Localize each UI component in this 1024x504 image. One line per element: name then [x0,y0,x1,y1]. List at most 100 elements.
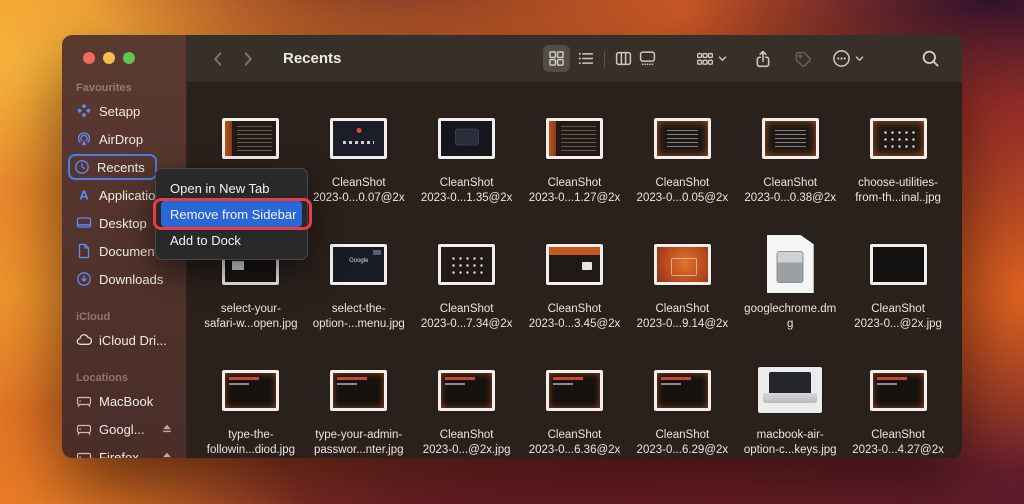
list-view-icon [577,50,594,67]
file-item[interactable]: select-the-option-...menu.jpg [305,233,413,359]
file-item[interactable]: type-the-followin...diod.jpg [197,359,305,458]
sidebar-section-items: iCloud Dri... [62,326,186,354]
file-thumbnail [222,118,279,159]
chevron-down-icon [717,53,728,64]
file-thumbnail [546,118,603,159]
sidebar-item-setapp[interactable]: Setapp [70,98,180,124]
grid-view-button[interactable] [543,45,570,72]
list-view-button[interactable] [577,50,594,67]
file-thumbnail [870,118,927,159]
file-thumbnail-wrap [870,359,927,421]
drive-icon [76,393,92,409]
file-thumbnail-wrap [438,359,495,421]
menu-item-label: Remove from Sidebar [170,207,296,222]
file-item[interactable]: CleanShot2023-0...6.29@2x [628,359,736,458]
file-item[interactable]: CleanShot2023-0...1.27@2x [521,107,629,233]
view-switcher [543,45,656,72]
back-button[interactable] [209,50,227,68]
file-label: macbook-air-option-c...keys.jpg [744,428,837,458]
file-label: CleanShot2023-0...1.27@2x [529,176,621,206]
group-by-button[interactable] [696,50,728,68]
chevron-left-icon [209,50,227,68]
sidebar-item-label: Recents [97,160,145,175]
menu-item-add-to-dock[interactable]: Add to Dock [156,227,307,253]
file-label: type-your-admin-passwor...nter.jpg [314,428,404,458]
tag-icon [794,50,812,68]
file-item[interactable]: macbook-air-option-c...keys.jpg [736,359,844,458]
file-label: CleanShot2023-0...@2x.jpg [854,302,942,332]
forward-button[interactable] [239,50,257,68]
sidebar-item-airdrop[interactable]: AirDrop [70,126,180,152]
more-options-icon [832,49,851,68]
file-thumbnail-wrap [222,359,279,421]
window-controls [62,35,186,64]
minimize-window-button[interactable] [103,52,115,64]
menu-item-remove-from-sidebar[interactable]: Remove from Sidebar [161,201,302,227]
file-item[interactable]: type-your-admin-passwor...nter.jpg [305,359,413,458]
menu-item-open-in-new-tab[interactable]: Open in New Tab [156,175,307,201]
file-label: CleanShot2023-0...0.38@2x [744,176,836,206]
menu-item-label: Open in New Tab [170,181,270,196]
file-item[interactable]: CleanShot2023-0...1.35@2x [413,107,521,233]
sidebar-item-firefox[interactable]: Firefox [70,444,180,458]
file-thumbnail [546,244,603,285]
share-icon [754,50,772,68]
file-thumbnail [870,244,927,285]
file-item[interactable]: googlechrome.dmg [736,233,844,359]
file-thumbnail-wrap [654,107,711,169]
applications-icon: A [76,187,92,203]
share-button[interactable] [754,50,772,68]
file-label: type-the-followin...diod.jpg [207,428,295,458]
sidebar-section-header: Favourites [76,82,186,94]
toolbar-divider [604,51,605,67]
tag-button[interactable] [794,50,812,68]
context-menu: Open in New Tab Remove from Sidebar Add … [155,168,308,260]
sidebar-section: iCloud iCloud Dri... [62,311,186,354]
sidebar-item-label: Setapp [99,104,140,119]
file-thumbnail-wrap [654,233,711,295]
file-thumbnail [222,370,279,411]
file-item[interactable]: CleanShot2023-0...6.36@2x [521,359,629,458]
file-thumbnail [438,370,495,411]
file-thumbnail-wrap [870,233,927,295]
file-item[interactable]: CleanShot2023-0...0.05@2x [628,107,736,233]
svg-text:A: A [79,188,89,203]
file-label: select-the-option-...menu.jpg [313,302,405,332]
file-thumbnail-wrap [762,107,819,169]
eject-icon[interactable] [160,422,174,436]
sidebar-item-label: MacBook [99,394,153,409]
file-grid: CleanShot2023-0...@2x CleanShot2023-0...… [187,83,962,458]
file-item[interactable]: CleanShot2023-0...9.14@2x [628,233,736,359]
file-thumbnail-wrap [654,359,711,421]
sidebar-sections: Favourites Setapp AirDrop Recents A Appl… [62,82,186,458]
gallery-view-button[interactable] [639,50,656,67]
sidebar-item-icloud-dri[interactable]: iCloud Dri... [70,327,180,353]
file-item[interactable]: CleanShot2023-0...4.27@2x [844,359,952,458]
zoom-window-button[interactable] [123,52,135,64]
file-item[interactable]: CleanShot2023-0...@2x.jpg [844,233,952,359]
file-thumbnail [758,367,822,413]
grid-view-icon [548,50,565,67]
file-label: CleanShot2023-0...6.36@2x [529,428,621,458]
file-item[interactable]: CleanShot2023-0...0.07@2x [305,107,413,233]
file-item[interactable]: CleanShot2023-0...@2x.jpg [413,359,521,458]
close-window-button[interactable] [83,52,95,64]
file-thumbnail-wrap [758,359,822,421]
eject-icon[interactable] [160,450,174,458]
more-options-button[interactable] [832,49,865,68]
file-item[interactable]: choose-utilities-from-th...inal..jpg [844,107,952,233]
file-thumbnail [546,370,603,411]
file-thumbnail-wrap [330,233,387,295]
sidebar-item-downloads[interactable]: Downloads [70,266,180,292]
menu-item-label: Add to Dock [170,233,241,248]
chevron-right-icon [239,50,257,68]
file-item[interactable]: CleanShot2023-0...7.34@2x [413,233,521,359]
search-button[interactable] [921,49,940,68]
sidebar-item-recents[interactable]: Recents [68,154,157,180]
search-icon [921,49,940,68]
sidebar-item-googl[interactable]: Googl... [70,416,180,442]
columns-view-button[interactable] [615,50,632,67]
sidebar-item-macbook[interactable]: MacBook [70,388,180,414]
file-item[interactable]: CleanShot2023-0...0.38@2x [736,107,844,233]
file-item[interactable]: CleanShot2023-0...3.45@2x [521,233,629,359]
